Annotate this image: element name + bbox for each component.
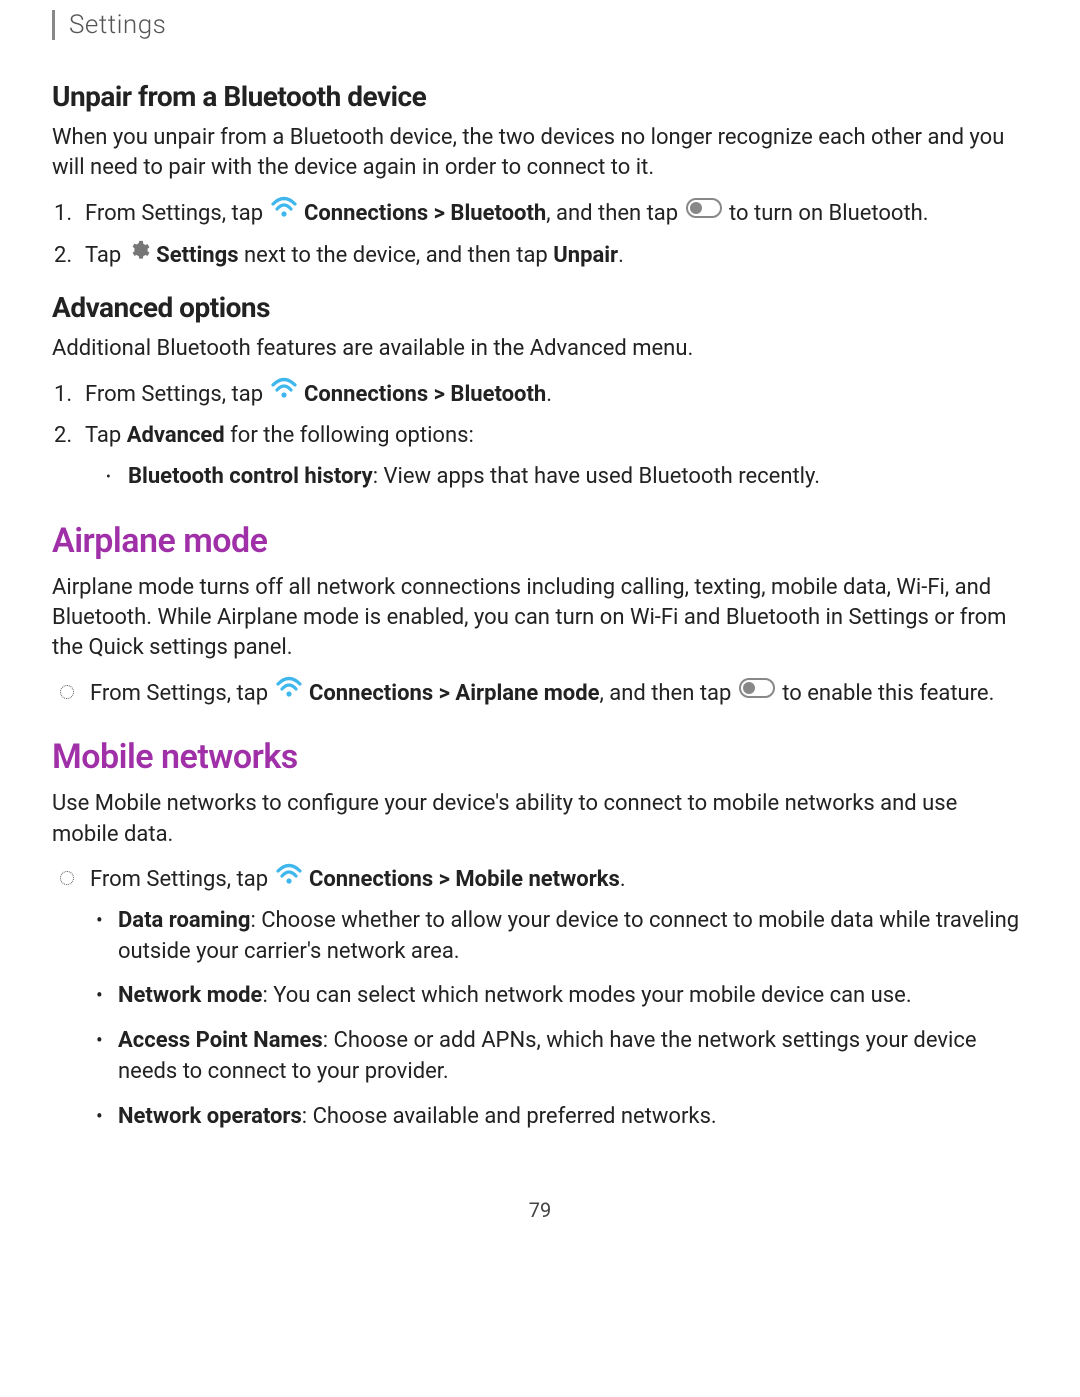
text-advanced-intro: Additional Bluetooth features are availa…	[52, 334, 1028, 364]
page-number: 79	[52, 1198, 1028, 1222]
page-header-title: Settings	[69, 10, 166, 40]
list-airplane: From Settings, tap Connections > Airplan…	[52, 678, 1028, 710]
list-mobile-items: Data roaming: Choose whether to allow yo…	[52, 906, 1028, 1133]
heading-airplane: Airplane mode	[52, 521, 1028, 561]
toggle-off-icon	[739, 676, 775, 707]
bullet-airplane-step: From Settings, tap Connections > Airplan…	[84, 678, 1028, 710]
connections-icon	[276, 676, 302, 707]
text-airplane-intro: Airplane mode turns off all network conn…	[52, 573, 1028, 664]
list-advanced-steps: From Settings, tap Connections > Bluetoo…	[52, 379, 1028, 452]
bullet-network-operators: Network operators: Choose available and …	[112, 1102, 1028, 1133]
page-header: Settings	[52, 10, 1028, 40]
heading-advanced: Advanced options	[52, 291, 1028, 324]
step-advanced-1: From Settings, tap Connections > Bluetoo…	[80, 379, 1028, 411]
bullet-apn: Access Point Names: Choose or add APNs, …	[112, 1026, 1028, 1088]
bullet-mobile-step: From Settings, tap Connections > Mobile …	[84, 864, 1028, 896]
step-advanced-2: Tap Advanced for the following options:	[80, 420, 1028, 451]
connections-icon	[271, 196, 297, 227]
bullet-bt-history: Bluetooth control history: View apps tha…	[124, 462, 1028, 493]
text-unpair-intro: When you unpair from a Bluetooth device,…	[52, 123, 1028, 184]
list-unpair-steps: From Settings, tap Connections > Bluetoo…	[52, 198, 1028, 272]
connections-icon	[276, 863, 302, 894]
step-unpair-1: From Settings, tap Connections > Bluetoo…	[80, 198, 1028, 230]
heading-unpair: Unpair from a Bluetooth device	[52, 80, 1028, 113]
toggle-off-icon	[686, 196, 722, 227]
heading-mobile: Mobile networks	[52, 737, 1028, 777]
list-advanced-sub: Bluetooth control history: View apps tha…	[52, 462, 1028, 493]
text-mobile-intro: Use Mobile networks to configure your de…	[52, 789, 1028, 850]
step-unpair-2: Tap Settings next to the device, and the…	[80, 240, 1028, 272]
list-mobile: From Settings, tap Connections > Mobile …	[52, 864, 1028, 896]
bullet-data-roaming: Data roaming: Choose whether to allow yo…	[112, 906, 1028, 968]
connections-icon	[271, 377, 297, 408]
gear-icon	[128, 239, 150, 270]
bullet-network-mode: Network mode: You can select which netwo…	[112, 981, 1028, 1012]
